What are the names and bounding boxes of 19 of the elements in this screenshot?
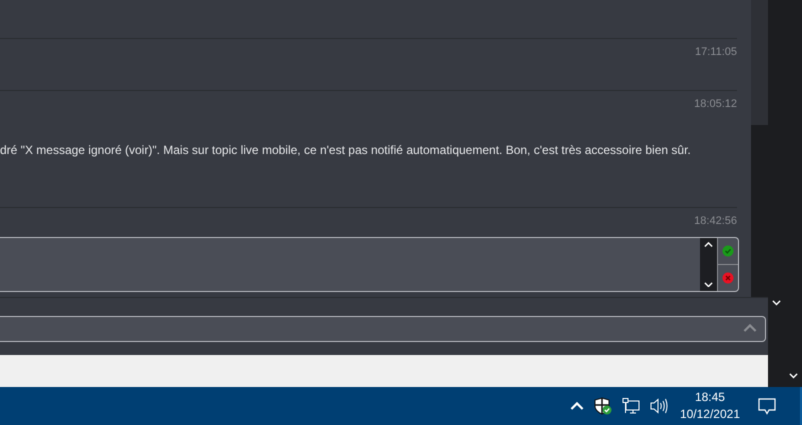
clock-date[interactable]: 10/12/2021: [680, 406, 740, 423]
message-time: 18:05:12: [693, 97, 737, 112]
input-field[interactable]: [0, 316, 766, 342]
scrollbar[interactable]: [751, 0, 768, 297]
message-time: 17:11:05: [694, 45, 737, 60]
message-text: dré "X message ignoré (voir)". Mais sur topic live mobile, ce n'est pas notifié automatiquement. Bon, c'est très accessoire bien sûr.: [0, 143, 692, 157]
network-icon[interactable]: [622, 398, 640, 414]
clock-time[interactable]: 18:45: [694, 389, 725, 406]
chevron-down-icon[interactable]: [789, 373, 798, 379]
scroll-down-icon[interactable]: [704, 282, 713, 287]
notification-icon[interactable]: [758, 398, 776, 414]
expand-icon[interactable]: [743, 324, 757, 333]
volume-icon[interactable]: [650, 398, 668, 414]
shield-icon[interactable]: [594, 397, 612, 415]
message-input[interactable]: [0, 237, 739, 292]
scroll-up-icon[interactable]: [704, 242, 713, 248]
show-hidden-icons-button[interactable]: [570, 402, 584, 410]
message-time: 18:42:56: [693, 214, 737, 229]
chevron-down-icon[interactable]: [772, 300, 781, 306]
